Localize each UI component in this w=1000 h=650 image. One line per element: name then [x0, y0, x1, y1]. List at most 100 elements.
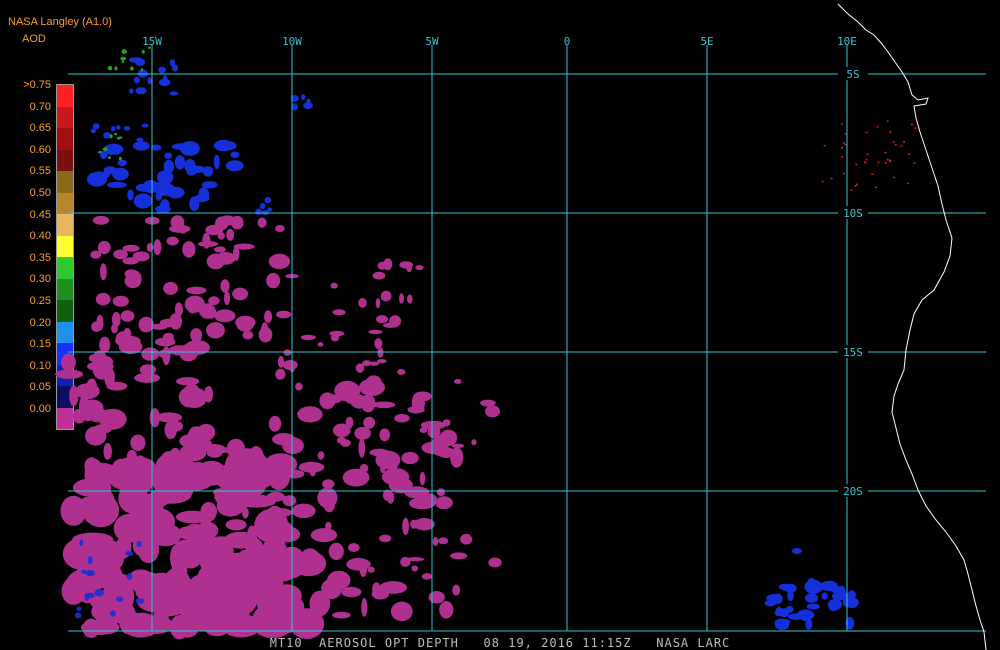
latitude-label: 5S — [846, 68, 859, 81]
aod-patch — [432, 536, 439, 547]
aod-patch — [114, 132, 118, 136]
aod-patch — [117, 136, 121, 140]
aod-patch — [100, 263, 107, 281]
aod-patch — [341, 586, 362, 598]
aod-patch — [92, 123, 100, 130]
aod-patch — [206, 253, 225, 270]
aod-patch — [806, 603, 820, 610]
aod-patch — [130, 66, 133, 70]
aod-patch — [828, 603, 838, 612]
aod-speck — [850, 189, 853, 191]
aod-patch — [184, 340, 210, 356]
aod-patch — [379, 428, 391, 442]
aod-patch — [397, 368, 406, 375]
aod-patch — [427, 425, 441, 439]
aod-patch — [151, 144, 162, 151]
aod-patch — [317, 451, 325, 460]
aod-speck — [823, 144, 826, 147]
aod-patch — [808, 584, 821, 593]
aod-map: 15W 10W 5W 0 5E 10E 5S 10S 15S 20S — [55, 3, 987, 650]
aod-patch — [332, 309, 346, 316]
aod-patch — [232, 287, 249, 301]
aod-patch — [236, 316, 254, 332]
aod-patch — [81, 412, 94, 422]
aod-patch — [319, 392, 336, 410]
aod-patch — [233, 243, 255, 250]
aod-speck — [886, 120, 889, 122]
aod-patch — [114, 66, 118, 71]
aod-patch — [276, 310, 292, 319]
aod-speck — [889, 131, 892, 133]
aod-patch — [189, 426, 204, 436]
aod-patch — [399, 293, 404, 304]
aod-patch — [391, 458, 398, 471]
aod-patch — [182, 241, 196, 258]
aod-patch — [219, 215, 236, 226]
aod-speck — [841, 147, 843, 149]
aod-patch — [69, 385, 79, 407]
aod-patch — [380, 464, 386, 473]
aod-patch — [86, 378, 97, 395]
aod-patch — [184, 295, 205, 313]
aod-patch — [138, 505, 164, 534]
aod-patch — [123, 328, 132, 340]
aod-speck — [871, 173, 874, 175]
aod-patch — [141, 347, 160, 361]
aod-speck — [843, 172, 845, 175]
aod-patch — [121, 49, 128, 54]
aod-patch — [402, 517, 409, 536]
aod-patch — [227, 490, 245, 507]
aod-patch — [460, 533, 473, 545]
aod-patch — [126, 572, 133, 580]
aod-speck — [830, 177, 833, 180]
aod-patch — [257, 461, 272, 474]
aod-patch — [275, 224, 285, 233]
aod-patch — [419, 427, 428, 434]
aod-speck — [892, 141, 895, 143]
aod-patch — [107, 66, 113, 71]
aod-patch — [214, 246, 226, 253]
aod-patch — [362, 360, 372, 367]
aod-patch — [216, 560, 250, 590]
aod-patch — [102, 147, 108, 152]
aod-patch — [127, 189, 134, 201]
aod-patch — [61, 577, 86, 605]
aod-patch — [194, 194, 210, 203]
aod-patch — [107, 181, 127, 188]
aod-patch — [766, 594, 783, 603]
aod-speck — [884, 162, 887, 164]
aod-patch — [365, 375, 382, 390]
aod-patch — [799, 611, 813, 621]
aod-patch — [358, 298, 367, 308]
aod-patch — [186, 286, 207, 295]
aod-patch — [454, 379, 462, 384]
aod-speck — [844, 133, 847, 135]
aod-patch — [792, 548, 802, 554]
aod-patch — [255, 208, 262, 215]
aod-patch — [164, 152, 173, 159]
aod-patch — [297, 406, 323, 423]
aod-patch — [230, 151, 240, 158]
aod-patch — [162, 75, 168, 84]
aod-patch — [123, 126, 131, 131]
aod-speck — [841, 156, 844, 158]
aod-patch — [111, 126, 116, 132]
aod-patch — [79, 539, 84, 547]
aod-patch — [155, 412, 183, 423]
aod-patch — [390, 601, 413, 622]
aod-patch — [90, 128, 97, 134]
aod-patch — [435, 496, 453, 510]
aod-patch — [217, 231, 225, 240]
aod-patch — [309, 590, 331, 617]
aod-patch — [291, 503, 316, 519]
aod-patch — [163, 281, 179, 295]
aod-patch — [103, 166, 117, 175]
aod-patch — [190, 328, 203, 343]
aod-patch — [303, 102, 313, 110]
aod-patch — [201, 181, 218, 189]
aod-patch — [401, 451, 419, 465]
aod-patch — [135, 87, 147, 95]
aod-patch — [300, 334, 316, 340]
aod-speck — [865, 158, 868, 161]
aod-patch — [129, 88, 134, 94]
